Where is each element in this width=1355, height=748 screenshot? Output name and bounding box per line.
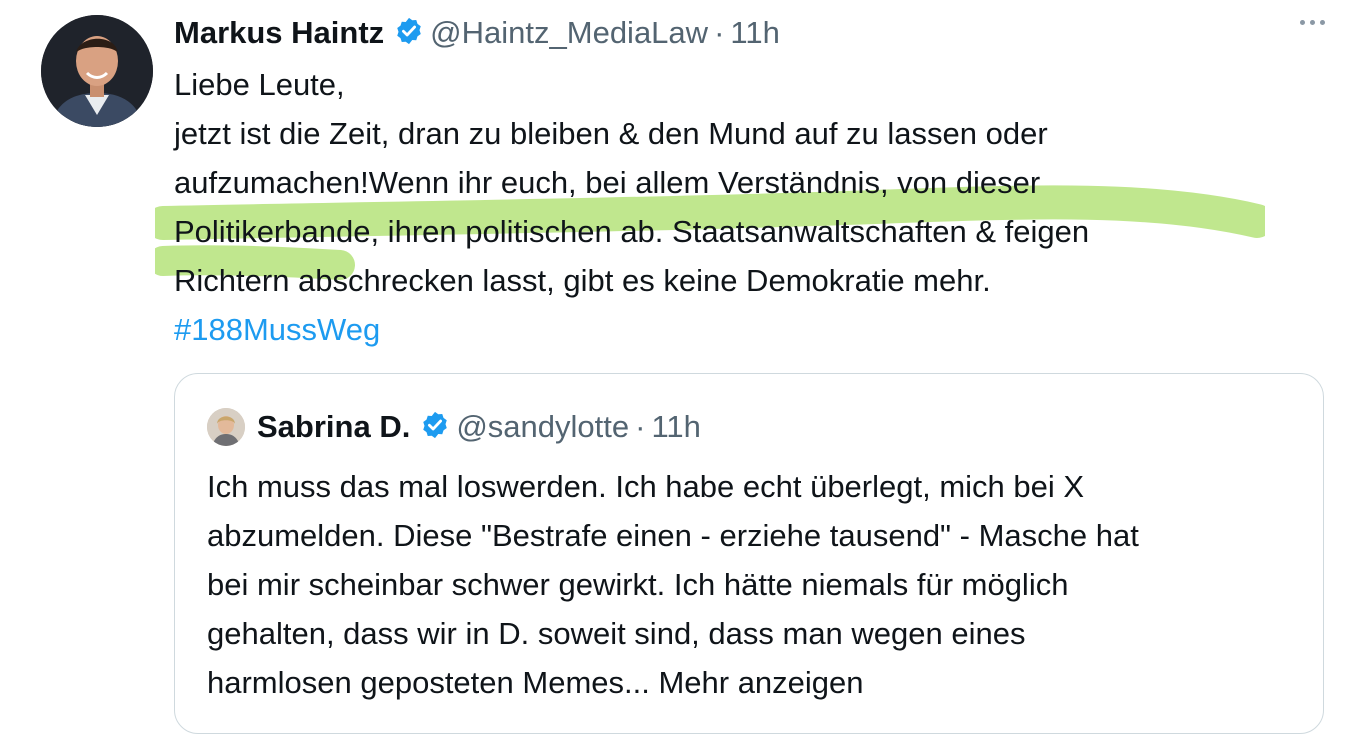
author-name[interactable]: Markus Haintz	[174, 15, 384, 51]
hashtag-link[interactable]: #188MussWeg	[174, 312, 380, 347]
quoted-tweet-text: Ich muss das mal loswerden. Ich habe ech…	[207, 462, 1307, 707]
quoted-author-name[interactable]: Sabrina D.	[257, 409, 410, 445]
tweet-line: Politikerbande, ihren politischen ab. St…	[174, 214, 1090, 249]
more-options-icon[interactable]	[1300, 20, 1325, 25]
tweet-line: jetzt ist die Zeit, dran zu bleiben & de…	[174, 116, 1048, 151]
tweet-timestamp[interactable]: 11h	[730, 15, 779, 51]
quoted-author-avatar[interactable]	[207, 408, 245, 446]
verified-badge-icon	[394, 16, 424, 51]
separator-dot: ·	[635, 409, 646, 444]
quoted-tweet-line: abzumelden. Diese "Bestrafe einen - erzi…	[207, 518, 1139, 553]
quoted-tweet-line: bei mir scheinbar schwer gewirkt. Ich hä…	[207, 567, 1069, 602]
separator-dot: ·	[714, 15, 725, 50]
tweet-line: Liebe Leute,	[174, 67, 345, 102]
tweet-line: aufzumachen!Wenn ihr euch, bei allem Ver…	[174, 165, 1041, 200]
quoted-tweet-timestamp[interactable]: 11h	[651, 409, 700, 445]
tweet-line: Richtern abschrecken lasst, gibt es kein…	[174, 263, 991, 298]
quoted-tweet-card[interactable]: Sabrina D. @sandylotte · 11h Ich muss da…	[174, 373, 1324, 734]
quoted-tweet-line: harmlosen geposteten Memes... Mehr anzei…	[207, 665, 864, 700]
tweet-header: Markus Haintz @Haintz_MediaLaw · 11h	[174, 12, 780, 54]
quoted-tweet-header: Sabrina D. @sandylotte · 11h	[207, 406, 701, 448]
quoted-tweet-line: Ich muss das mal loswerden. Ich habe ech…	[207, 469, 1085, 504]
quoted-tweet-line: gehalten, dass wir in D. soweit sind, da…	[207, 616, 1026, 651]
quoted-author-handle[interactable]: @sandylotte	[456, 409, 629, 445]
author-avatar[interactable]	[41, 15, 153, 127]
author-handle[interactable]: @Haintz_MediaLaw	[430, 15, 708, 51]
tweet-text: Liebe Leute, jetzt ist die Zeit, dran zu…	[174, 60, 1324, 354]
verified-badge-icon	[420, 410, 450, 445]
